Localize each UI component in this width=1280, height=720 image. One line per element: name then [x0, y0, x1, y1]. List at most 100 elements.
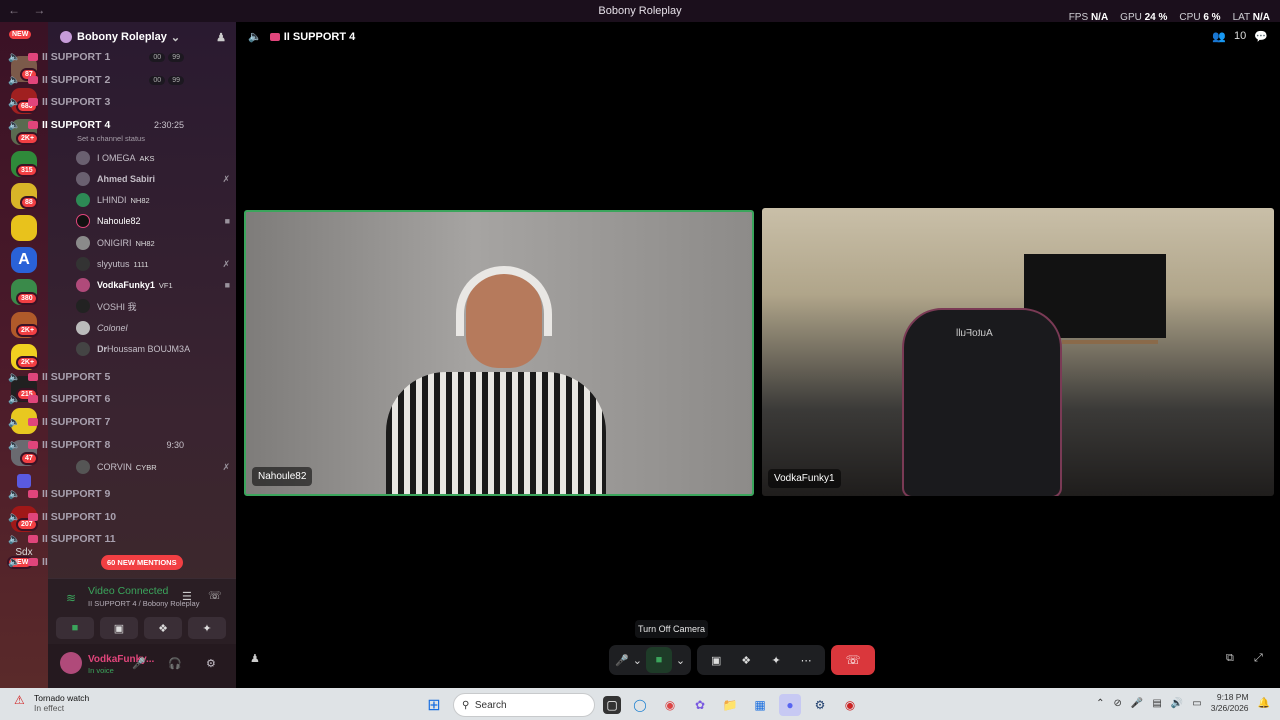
windows-start-icon[interactable]: ⊞: [423, 694, 445, 716]
channel-name: SUPPORT 8: [50, 439, 111, 451]
more-icon[interactable]: ⋯: [793, 647, 819, 673]
channel-support-1[interactable]: 🔈 II SUPPORT 1 00 99: [8, 47, 184, 67]
add-member-icon[interactable]: ♟: [216, 31, 226, 44]
volume-icon[interactable]: 🔊: [1171, 698, 1183, 709]
speaker-icon: 🔈: [8, 74, 21, 86]
copilot-icon[interactable]: ✿: [689, 694, 711, 716]
hang-up-button[interactable]: ☏: [831, 645, 876, 675]
voice-member[interactable]: VodkaFunky1 VF1 ■: [76, 275, 230, 295]
voice-member[interactable]: LHINDI NH82: [76, 190, 230, 210]
channel-support-6[interactable]: 🔈 II SUPPORT 6: [8, 389, 184, 409]
channel-tag-icon: [28, 418, 38, 426]
screenshare-button[interactable]: ▣: [703, 647, 729, 673]
noise-suppression-icon[interactable]: ☰: [182, 590, 192, 603]
channel-tag-icon: [28, 558, 38, 566]
discord-icon[interactable]: ●: [779, 694, 801, 716]
system-tray: ⌃ ⊘ 🎤 ▤ 🔊 ▭ 9:18 PM 3/26/2026 🔔: [1096, 692, 1270, 714]
activities-button[interactable]: ❖: [733, 647, 759, 673]
camera-toggle-button[interactable]: ■: [645, 647, 672, 673]
chair-text: AutoFull: [956, 328, 993, 339]
battery-icon[interactable]: ▭: [1192, 698, 1201, 709]
stage-header: 🔈 II SUPPORT 4: [248, 30, 355, 44]
channel-name: SUPPORT 3: [50, 96, 111, 108]
chevron-up-icon[interactable]: ⌃: [1096, 698, 1104, 709]
channel-tag-icon: [28, 490, 38, 498]
store-icon[interactable]: ▦: [749, 694, 771, 716]
guild-name: Bobony Roleplay: [77, 31, 167, 43]
voice-member[interactable]: CORVIN CYBR ✗: [76, 457, 230, 477]
channel-status-hint[interactable]: Set a channel status: [77, 134, 145, 143]
voice-member[interactable]: ONIGIRI NH82: [76, 233, 230, 253]
network-icon[interactable]: ⊘: [1114, 698, 1122, 709]
mic-group[interactable]: 🎤 ⌄ ■ ⌄: [609, 645, 692, 675]
voice-member[interactable]: Ahmed Sabiri ✗: [76, 169, 230, 189]
server-badge: 2K+: [16, 324, 40, 337]
server-icon[interactable]: [11, 215, 37, 241]
action-group: ▣ ❖ ✦ ⋯: [697, 645, 826, 675]
video-tile-vodkafunky1[interactable]: AutoFull VodkaFunky1: [762, 208, 1274, 496]
channel-support-5[interactable]: 🔈 II SUPPORT 5: [8, 367, 184, 387]
server-icon-a[interactable]: A: [11, 247, 37, 273]
channel-support-4[interactable]: 🔈 II SUPPORT 4 2:30:25: [8, 115, 184, 135]
voice-member[interactable]: I OMEGA AKS: [76, 148, 230, 168]
participants-icon[interactable]: 👥: [1212, 30, 1226, 43]
channel-name: SUPPORT 2: [50, 74, 111, 86]
notification-bell-icon[interactable]: 🔔: [1258, 698, 1270, 709]
voice-member[interactable]: Nahoule82 ■: [76, 211, 230, 231]
microphone-icon[interactable]: 🎤: [132, 657, 146, 670]
file-explorer-icon[interactable]: 📁: [719, 694, 741, 716]
taskbar-search[interactable]: ⚲ Search: [453, 693, 595, 717]
channel-name: SUPPORT 11: [50, 533, 116, 545]
voice-member[interactable]: VOSHI 我: [76, 296, 230, 316]
camera-icon: ■: [224, 280, 230, 290]
video-tile-nahoule82[interactable]: Nahoule82: [244, 210, 754, 496]
steam-icon[interactable]: ⚙: [809, 694, 831, 716]
microphone-icon[interactable]: 🎤: [1131, 698, 1143, 709]
channel-support-10[interactable]: 🔈 II SUPPORT 10: [8, 507, 184, 527]
channel-tag-icon: [28, 76, 38, 84]
chrome-icon[interactable]: ◉: [659, 694, 681, 716]
chevron-down-icon[interactable]: ⌄: [676, 654, 685, 667]
new-mentions-pill[interactable]: 60 NEW MENTIONS: [101, 555, 183, 570]
avatar[interactable]: [60, 652, 82, 674]
disconnect-icon[interactable]: ☏: [208, 589, 222, 602]
user-panel: VodkaFunky... In voice 🎤 🎧 ⚙: [48, 644, 236, 688]
weather-widget[interactable]: ⚠ Tornado watch In effect: [14, 693, 89, 713]
clock[interactable]: 9:18 PM 3/26/2026: [1211, 692, 1249, 714]
fullscreen-icon[interactable]: ⤢: [1254, 652, 1263, 665]
camera-button[interactable]: ■: [56, 617, 94, 639]
speaker-icon: 🔈: [8, 393, 21, 405]
edge-icon[interactable]: ◯: [629, 694, 651, 716]
channel-support-3[interactable]: 🔈 II SUPPORT 3: [8, 92, 184, 112]
activities-button[interactable]: ❖: [144, 617, 182, 639]
voice-member[interactable]: Colonel: [76, 318, 230, 338]
channel-support-11[interactable]: 🔈 II SUPPORT 11: [8, 529, 184, 549]
headphones-icon[interactable]: 🎧: [168, 657, 182, 670]
app-icon[interactable]: ◉: [839, 694, 861, 716]
soundboard-button[interactable]: ✦: [763, 647, 789, 673]
channel-support-9[interactable]: 🔈 II SUPPORT 9: [8, 484, 184, 504]
channel-timer: 9:30: [166, 440, 184, 450]
speaker-icon: 🔈: [8, 511, 21, 523]
microphone-icon[interactable]: 🎤: [615, 654, 629, 667]
tile-nameplate: Nahoule82: [252, 467, 313, 486]
gear-icon[interactable]: ⚙: [206, 657, 216, 670]
channel-support-8[interactable]: 🔈 II SUPPORT 8 9:30: [8, 435, 184, 455]
soundboard-button[interactable]: ✦: [188, 617, 226, 639]
voice-member[interactable]: slyyutus 1111 ✗: [76, 254, 230, 274]
screenshare-button[interactable]: ▣: [100, 617, 138, 639]
popout-icon[interactable]: ⧉: [1226, 652, 1234, 665]
voice-status[interactable]: Video Connected: [88, 585, 168, 597]
voice-connection-panel: ≋ Video Connected II SUPPORT 4 / Bobony …: [48, 578, 236, 644]
signal-icon[interactable]: ≋: [66, 591, 76, 605]
task-view-icon[interactable]: ▢: [603, 696, 621, 714]
add-person-icon[interactable]: ♟: [250, 652, 260, 665]
voice-member[interactable]: 𝐃𝐫Houssam BOUJM3A: [76, 339, 230, 359]
channel-support-7[interactable]: 🔈 II SUPPORT 7: [8, 412, 184, 432]
speaker-icon: 🔈: [8, 488, 21, 500]
chat-icon[interactable]: 💬: [1254, 30, 1268, 43]
wifi-icon[interactable]: ▤: [1152, 698, 1161, 709]
chevron-down-icon[interactable]: ⌄: [633, 654, 642, 667]
speaker-icon: 🔈: [8, 119, 21, 131]
channel-support-2[interactable]: 🔈 II SUPPORT 2 00 99: [8, 70, 184, 90]
